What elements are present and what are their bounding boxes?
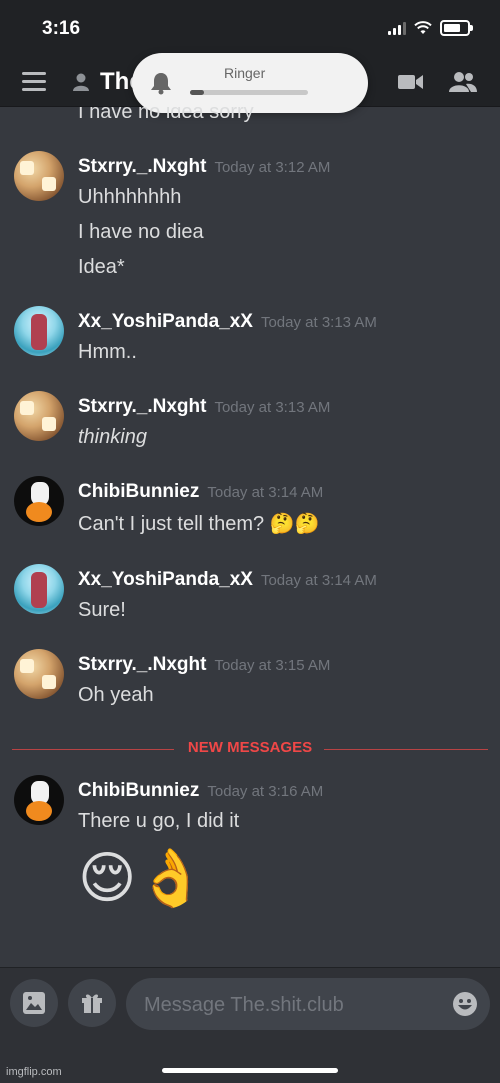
message-timestamp: Today at 3:14 AM [207,484,324,501]
message-text: Hmm.. [78,341,137,363]
message-timestamp: Today at 3:16 AM [207,783,324,800]
message-author[interactable]: Xx_YoshiPanda_xX Today at 3:14 AM [78,569,377,591]
watermark: imgflip.com [6,1066,62,1078]
message-author[interactable]: Stxrry._.Nxght Today at 3:13 AM [78,396,330,418]
message-author[interactable]: ChibiBunniez Today at 3:14 AM [78,481,323,503]
status-icons [388,20,473,36]
status-bar: 3:16 [0,0,500,60]
attach-image-button[interactable] [10,979,58,1027]
message-text: Oh yeah [78,684,154,706]
stxrry-avatar[interactable] [14,649,64,699]
message-timestamp: Today at 3:12 AM [214,159,331,176]
message-timestamp: Today at 3:13 AM [260,314,377,331]
chibibunniez-avatar[interactable] [14,775,64,825]
message-author[interactable]: ChibiBunniez Today at 3:16 AM [78,780,323,802]
members-icon[interactable] [449,70,477,94]
message-author[interactable]: Stxrry._.Nxght Today at 3:15 AM [78,654,330,676]
video-call-icon[interactable] [398,72,424,92]
message-text: Idea* [78,256,125,278]
cellular-signal-icon [388,21,406,35]
bell-icon [151,73,171,95]
message-input-wrapper [126,978,490,1032]
message-author[interactable]: Stxrry._.Nxght Today at 3:12 AM [78,156,330,178]
stxrry-avatar[interactable] [14,391,64,441]
home-indicator[interactable] [162,1068,338,1073]
ringer-label: Ringer [224,65,266,81]
message-text: I have no idea sorry [78,107,254,123]
ringer-volume-bar [190,90,308,95]
yoshipanda-avatar[interactable] [14,564,64,614]
ringer-volume-fill [190,90,205,95]
ringer-volume-hud: Ringer [132,53,368,113]
message-composer [0,967,500,1083]
yoshipanda-avatar[interactable] [14,306,64,356]
hamburger-menu-icon[interactable] [22,72,46,96]
chibibunniez-avatar[interactable] [14,476,64,526]
status-time: 3:16 [42,18,81,39]
message-text: thinking [78,426,147,448]
message-text: Uhhhhhhhh [78,186,182,208]
stxrry-avatar[interactable] [14,151,64,201]
gift-icon [82,994,102,1013]
message-timestamp: Today at 3:14 AM [260,572,377,589]
battery-icon [440,20,473,36]
message-author[interactable]: Xx_YoshiPanda_xX Today at 3:13 AM [78,311,377,333]
new-messages-label: NEW MESSAGES [187,739,313,756]
message-input[interactable] [142,978,446,1032]
message-text: Can't I just tell them? 🤔🤔 [78,513,320,535]
user-icon [73,73,89,91]
message-text: There u go, I did it [78,810,240,832]
message-text: I have no diea [78,221,204,243]
wifi-icon [414,21,432,34]
message-timestamp: Today at 3:13 AM [214,399,331,416]
gift-nitro-button[interactable] [68,979,116,1027]
message-list[interactable]: I have no idea sorry Stxrry._.Nxght Today… [0,107,500,967]
message-text: Sure! [78,599,126,621]
big-emoji-message: 😌👌 [78,846,207,909]
message-timestamp: Today at 3:15 AM [214,657,331,674]
new-messages-divider: NEW MESSAGES [12,739,488,759]
image-icon [23,992,45,1014]
emoji-picker-icon[interactable] [452,991,478,1017]
